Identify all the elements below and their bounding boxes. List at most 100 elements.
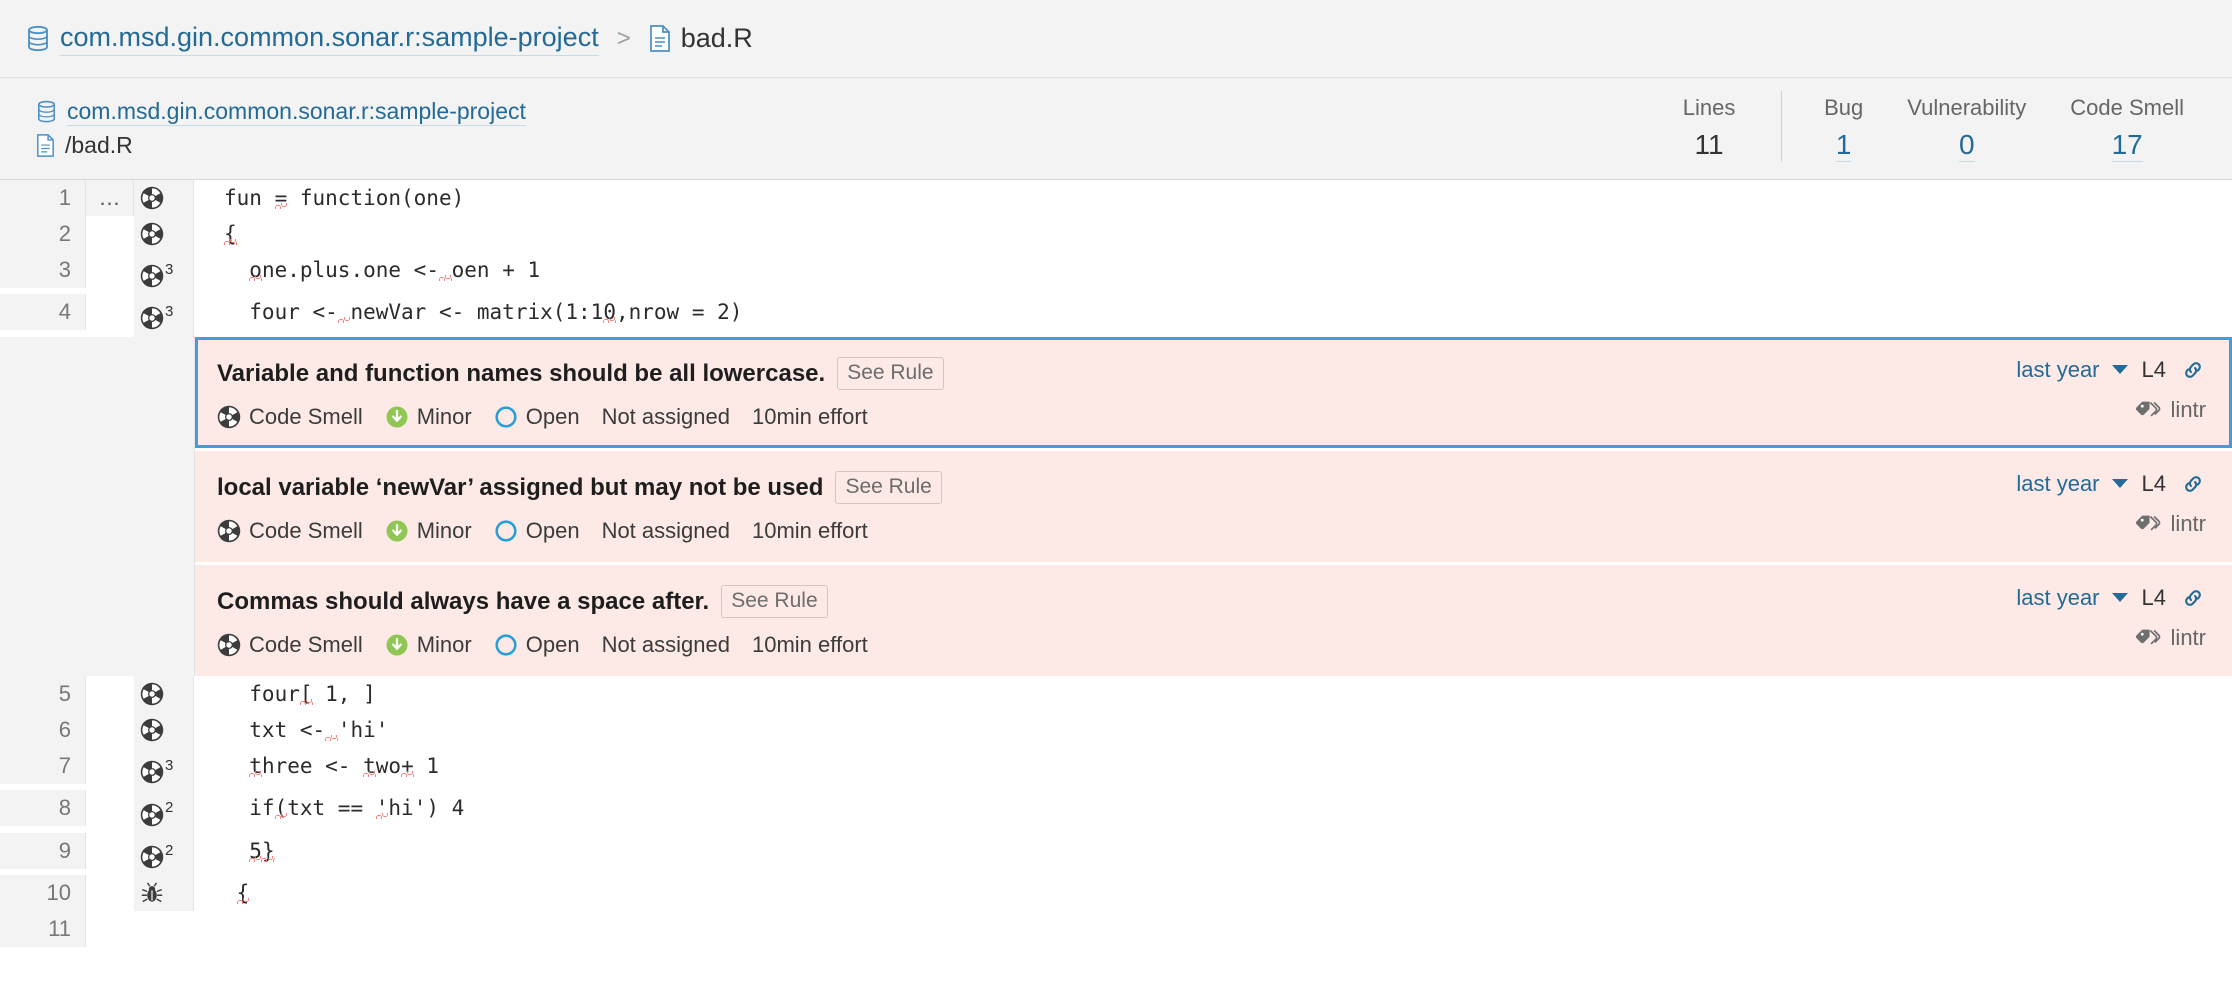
permalink-icon[interactable]: [2180, 471, 2206, 497]
issue-severity[interactable]: Minor: [385, 518, 472, 544]
line-issue-indicator[interactable]: [134, 216, 194, 252]
tag-icon: [2135, 511, 2161, 537]
metric-code-smell-label: Code Smell: [2070, 94, 2184, 120]
code-line-row: 10 {: [0, 875, 2232, 912]
issue-title: local variable ‘newVar’ assigned but may…: [217, 473, 824, 501]
issue-date-label: last year: [2016, 584, 2100, 610]
file-header: com.msd.gin.common.sonar.r:sample-projec…: [0, 78, 2232, 180]
issue-meta: Code Smell Minor Open Not assigned 10min eff…: [217, 404, 1992, 430]
line-issue-indicator[interactable]: 3: [134, 294, 194, 337]
code-smell-icon: [140, 760, 164, 784]
file-header-file-label: /bad.R: [65, 132, 133, 158]
issue-status[interactable]: Open: [494, 518, 580, 544]
issue-body: local variable ‘newVar’ assigned but may…: [217, 470, 2206, 544]
issue-tag-label: lintr: [2170, 624, 2206, 650]
issue-severity[interactable]: Minor: [385, 632, 472, 658]
issue-date-label: last year: [2016, 356, 2100, 382]
issue-line-ref: L4: [2141, 470, 2166, 496]
issue-tags[interactable]: lintr: [2135, 397, 2206, 423]
metric-bug-value[interactable]: 1: [1835, 128, 1852, 163]
issue-tags[interactable]: lintr: [2135, 625, 2206, 651]
issue-severity[interactable]: Minor: [385, 404, 472, 430]
line-number[interactable]: 9: [0, 832, 86, 869]
code-line-text: [194, 911, 2232, 947]
issue-aside: last year L4 lintr: [1992, 585, 2206, 651]
line-number[interactable]: 3: [0, 252, 86, 288]
issue-tag-label: lintr: [2170, 510, 2206, 536]
database-icon: [26, 25, 50, 53]
breadcrumb-project[interactable]: com.msd.gin.common.sonar.r:sample-projec…: [26, 21, 599, 56]
code-line-row: 3 3 one.plus.one <- oen + 1: [0, 252, 2232, 295]
metric-lines-value: 11: [1694, 128, 1724, 160]
line-number[interactable]: 6: [0, 712, 86, 749]
code-line-row: 11: [0, 911, 2232, 948]
line-number[interactable]: 8: [0, 790, 86, 827]
line-number[interactable]: 1: [0, 180, 86, 216]
line-number[interactable]: 4: [0, 294, 86, 331]
issue-type-label: Code Smell: [249, 403, 363, 429]
permalink-icon[interactable]: [2180, 585, 2206, 611]
line-number[interactable]: 2: [0, 216, 86, 252]
file-header-project-row[interactable]: com.msd.gin.common.sonar.r:sample-projec…: [36, 98, 526, 126]
issue-assignee[interactable]: Not assigned: [602, 518, 730, 544]
status-open-icon: [494, 519, 518, 543]
line-number[interactable]: 5: [0, 676, 86, 713]
file-header-titles: com.msd.gin.common.sonar.r:sample-projec…: [36, 98, 526, 159]
issue-details: local variable ‘newVar’ assigned but may…: [217, 470, 1992, 544]
code-line-row: 2{: [0, 216, 2232, 252]
line-issue-indicator[interactable]: 3: [134, 748, 194, 791]
breadcrumb: com.msd.gin.common.sonar.r:sample-projec…: [0, 0, 2232, 78]
issue-tags[interactable]: lintr: [2135, 511, 2206, 537]
breadcrumb-project-label[interactable]: com.msd.gin.common.sonar.r:sample-projec…: [60, 21, 599, 56]
code-line-text: txt <- 'hi': [224, 718, 389, 743]
code-smell-icon: [217, 633, 241, 657]
severity-minor-icon: [385, 633, 409, 657]
permalink-icon[interactable]: [2180, 357, 2206, 383]
metric-lines-label: Lines: [1682, 94, 1736, 120]
line-number[interactable]: 10: [0, 875, 86, 912]
issue-status[interactable]: Open: [494, 404, 580, 430]
line-issue-indicator[interactable]: 2: [134, 832, 194, 876]
code-smell-icon: [140, 803, 164, 827]
issue-assignee[interactable]: Not assigned: [602, 632, 730, 658]
line-issue-indicator[interactable]: [134, 875, 194, 912]
file-metrics: Lines 11 Bug 1 Vulnerability 0 Code Smel…: [1657, 90, 2206, 167]
line-scm-toggle[interactable]: …: [86, 180, 134, 216]
issue-severity-label: Minor: [416, 517, 472, 543]
issue-date-dropdown[interactable]: last year: [2016, 356, 2128, 383]
see-rule-button[interactable]: See Rule: [835, 470, 942, 504]
issue-type: Code Smell: [217, 518, 363, 544]
line-issue-indicator[interactable]: [134, 712, 194, 749]
line-number[interactable]: 7: [0, 748, 86, 785]
code-line-row: 4 3 four <- newVar <- matrix(1:10,nrow = …: [0, 294, 2232, 337]
issue-date-dropdown[interactable]: last year: [2016, 471, 2128, 497]
code-viewer-page: com.msd.gin.common.sonar.r:sample-projec…: [0, 0, 2232, 1006]
file-header-project-label[interactable]: com.msd.gin.common.sonar.r:sample-projec…: [67, 98, 526, 126]
code-line-text: {: [236, 881, 250, 906]
issue-line-ref: L4: [2141, 356, 2166, 382]
metric-vulnerability-label: Vulnerability: [1907, 94, 2027, 120]
metric-code-smell-value[interactable]: 17: [2111, 128, 2143, 163]
line-issue-indicator[interactable]: 2: [134, 790, 194, 833]
bug-icon: [140, 881, 164, 905]
line-issue-indicator[interactable]: [134, 676, 194, 713]
code-line-row: 8 2 if(txt == 'hi') 4: [0, 790, 2232, 833]
issue-details: Commas should always have a space after.…: [217, 584, 1992, 658]
line-issue-indicator[interactable]: [134, 180, 194, 216]
issue-assignee[interactable]: Not assigned: [602, 404, 730, 430]
code-line-text: one.plus.one <- oen + 1: [249, 258, 541, 282]
metric-vulnerability-value[interactable]: 0: [1958, 128, 1975, 163]
code-line-row: 1… fun = function(one): [0, 180, 2232, 216]
issue-card[interactable]: Variable and function names should be al…: [195, 336, 2232, 448]
see-rule-button[interactable]: See Rule: [837, 356, 944, 390]
line-number[interactable]: 11: [0, 911, 86, 948]
issue-date-dropdown[interactable]: last year: [2016, 584, 2128, 611]
issue-effort: 10min effort: [751, 517, 868, 543]
issue-status[interactable]: Open: [494, 632, 580, 658]
issue-card[interactable]: Commas should always have a space after.…: [195, 561, 2232, 677]
see-rule-button[interactable]: See Rule: [721, 584, 828, 619]
issue-effort: 10min effort: [751, 403, 868, 429]
issue-gutter-filler: [0, 336, 195, 677]
issue-card[interactable]: local variable ‘newVar’ assigned but may…: [195, 447, 2232, 562]
line-issue-indicator[interactable]: 3: [134, 252, 194, 295]
